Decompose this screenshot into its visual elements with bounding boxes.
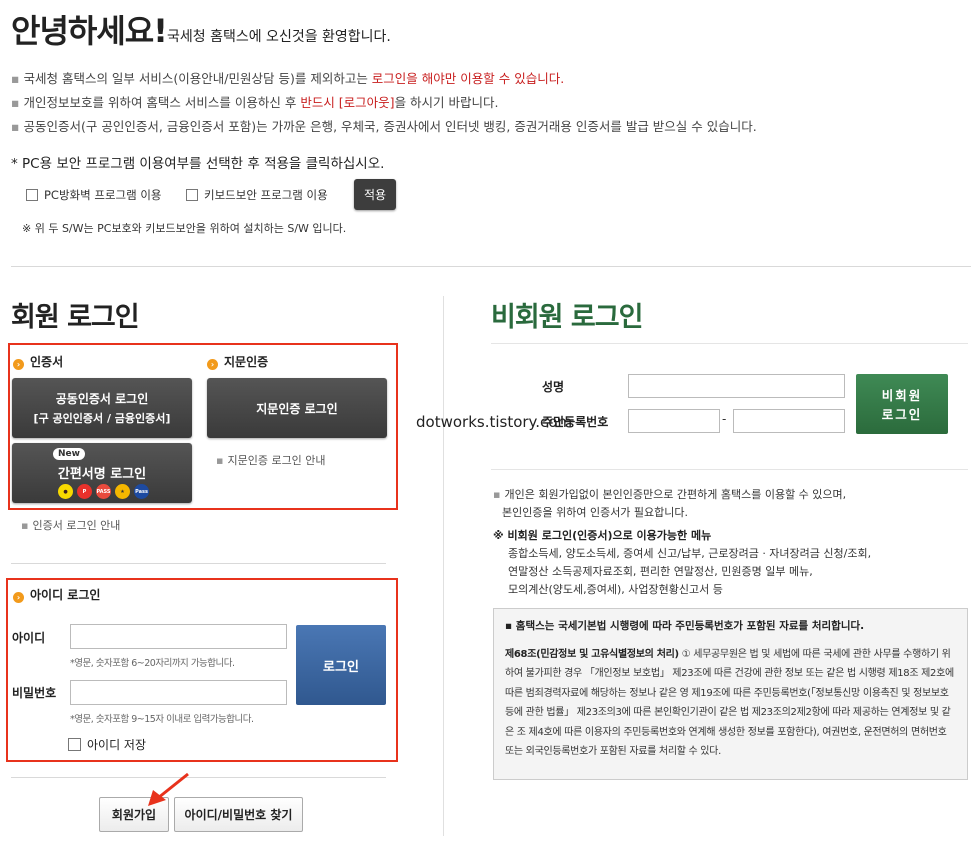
divider [491,343,968,344]
biometric-guide-link[interactable]: ▪ 지문인증 로그인 안내 [216,452,326,468]
chevron-right-icon: › [207,359,218,370]
divider [491,469,968,470]
guest-menu-line: 종합소득세, 양도소득세, 증여세 신고/납부, 근로장려금 · 자녀장려금 신… [508,547,872,560]
divider [11,777,386,778]
login-button[interactable]: 로그인 [296,625,386,705]
guest-description: ▪ 개인은 회원가입없이 본인인증만으로 간편하게 홈택스를 이용할 수 있으며, [493,488,847,501]
sw-note: ※ 위 두 S/W는 PC보호와 키보드보안을 위하여 설치하는 S/W 입니다… [22,222,347,235]
firewall-option[interactable]: PC방화벽 프로그램 이용 [26,187,162,203]
pc-security-title: * PC용 보안 프로그램 이용여부를 선택한 후 적용을 클릭하십시오. [11,156,385,172]
password-input[interactable] [70,680,287,705]
id-input[interactable] [70,624,287,649]
guest-login-title: 비회원 로그인 [491,302,643,333]
divider [11,563,386,564]
new-badge: New [53,448,85,460]
notice-line: ▪ 국세청 홈택스의 일부 서비스(이용안내/민원상담 등)를 제외하고는 로그인… [11,71,565,86]
kb-icon: ★ [115,484,130,499]
keyboard-security-option[interactable]: 키보드보안 프로그램 이용 [186,187,328,203]
kakao-icon: ● [58,484,73,499]
save-id-checkbox[interactable] [68,738,81,751]
name-input[interactable] [628,374,845,398]
certificate-guide-link[interactable]: ▪ 인증서 로그인 안내 [21,517,120,533]
password-label: 비밀번호 [12,686,57,700]
guest-login-button[interactable]: 비회원 로그인 [856,374,948,434]
notice-heading: ▪ 홈택스는 국세기본법 시행령에 따라 주민등록번호가 포함된 자료를 처리합… [505,620,865,632]
guest-menu-title: ※ 비회원 로그인(인증서)으로 이용가능한 메뉴 [493,529,712,542]
rrn-front-input[interactable] [628,409,720,433]
id-label: 아이디 [12,631,46,645]
id-login-heading: › 아이디 로그인 [13,586,100,603]
arrow-annotation-icon [148,772,189,806]
payco-icon: P [77,484,92,499]
rrn-processing-notice: ▪ 홈택스는 국세기본법 시행령에 따라 주민등록번호가 포함된 자료를 처리합… [493,608,968,780]
bullet-icon: ▪ [21,519,29,532]
rrn-dash: - [722,412,727,426]
name-label: 성명 [542,380,565,394]
divider [443,296,444,836]
divider [11,266,971,267]
watermark-text: dotworks.tistory.com [416,413,573,431]
greeting-title: 안녕하세요! [11,12,168,50]
certificate-heading: › 인증서 [13,353,63,370]
naver-icon: Pass [134,484,149,499]
member-login-title: 회원 로그인 [11,302,140,333]
notice-line: ▪ 공동인증서(구 공인인증서, 금융인증서 포함)는 가까운 은행, 우체국, … [11,119,757,134]
guest-cert-required: 본인인증을 위하여 인증서가 필요합니다. [502,506,689,519]
notice-body: 제68조(민감정보 및 고유식별정보의 처리) ① 세무공무원은 법 및 세법에… [505,649,954,758]
pass-icon: PASS [96,484,111,499]
joint-cert-login-button[interactable]: 공동인증서 로그인 [구 공인인증서 / 금융인증서] [12,378,192,438]
welcome-text: 국세청 홈택스에 오신것을 환영합니다. [167,29,391,45]
simple-sign-providers: ● P PASS ★ Pass [58,484,149,499]
biometric-heading: › 지문인증 [207,353,268,370]
bullet-icon: ▪ [11,95,20,110]
guest-menu-line: 모의계산(양도세,증여세), 사업장현황신고서 등 [508,583,723,596]
firewall-checkbox[interactable] [26,189,38,201]
guest-menu-line: 연말정산 소득공제자료조회, 편리한 연말정산, 민원증명 일부 메뉴, [508,565,813,578]
notice-line: ▪ 개인정보보호를 위하여 홈택스 서비스를 이용하신 후 반드시 [로그아웃]을… [11,95,499,110]
bullet-icon: ▪ [216,454,224,467]
chevron-right-icon: › [13,359,24,370]
save-id-option[interactable]: 아이디 저장 [68,736,146,753]
bullet-icon: ▪ [11,71,20,86]
password-hint: *영문, 숫자포함 9~15자 이내로 입력가능합니다. [70,714,254,725]
bullet-icon: ▪ [11,119,20,134]
biometric-login-button[interactable]: 지문인증 로그인 [207,378,387,438]
apply-button[interactable]: 적용 [354,179,396,210]
chevron-right-icon: › [13,592,24,603]
bullet-icon: ▪ [493,488,501,501]
keyboard-security-checkbox[interactable] [186,189,198,201]
id-hint: *영문, 숫자포함 6~20자리까지 가능합니다. [70,658,235,669]
rrn-back-input[interactable] [733,409,845,433]
